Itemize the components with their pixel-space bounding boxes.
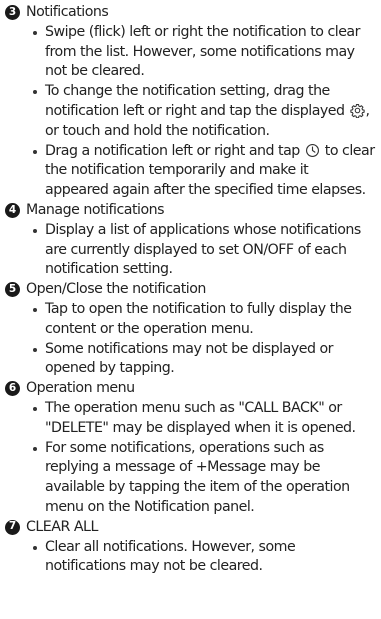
bullet-list: Tap to open the notification to fully di… [5, 300, 381, 379]
list-item-text: The operation menu such as "CALL BACK" o… [45, 399, 356, 436]
list-item-text: Display a list of applications whose not… [45, 221, 361, 278]
section-title: Operation menu [26, 380, 135, 397]
list-item: Swipe (flick) left or right the notifica… [32, 23, 381, 82]
list-item-text-before-icon: Drag a notification left or right and ta… [45, 142, 304, 159]
list-item: Drag a notification left or right and ta… [32, 142, 381, 201]
list-item-text: For some notifications, operations such … [45, 439, 350, 515]
clock-icon [305, 143, 320, 158]
gear-icon [349, 103, 365, 119]
list-item: The operation menu such as "CALL BACK" o… [32, 399, 381, 439]
section-title: Notifications [26, 4, 109, 20]
section-title: CLEAR ALL [26, 518, 98, 535]
list-item: Tap to open the notification to fully di… [32, 300, 381, 340]
section-heading: 3 Notifications [5, 3, 381, 23]
bullet-list: Swipe (flick) left or right the notifica… [5, 23, 381, 201]
list-item-text: Tap to open the notification to fully di… [45, 300, 352, 337]
section-number-badge: 3 [5, 5, 20, 20]
list-item: For some notifications, operations such … [32, 439, 381, 518]
section-operation-menu: 6 Operation menu The operation menu such… [5, 379, 381, 518]
list-item-text-before-icon: To change the notification setting, drag… [45, 83, 349, 119]
section-heading: 5 Open/Close the notification [5, 280, 381, 300]
section-title: Manage notifications [26, 201, 165, 218]
list-item: To change the notification setting, drag… [32, 82, 381, 141]
list-item: Display a list of applications whose not… [32, 221, 381, 280]
bullet-list: Clear all notifications. However, some n… [5, 538, 381, 578]
bullet-list: Display a list of applications whose not… [5, 221, 381, 280]
section-number-badge: 7 [5, 519, 20, 535]
bullet-list: The operation menu such as "CALL BACK" o… [5, 399, 381, 518]
section-open-close-notification: 5 Open/Close the notification Tap to ope… [5, 280, 381, 379]
section-heading: 7 CLEAR ALL [5, 518, 381, 538]
section-heading: 6 Operation menu [5, 379, 381, 399]
list-item: Some notifications may not be displayed … [32, 340, 381, 380]
section-number-badge: 5 [5, 282, 20, 298]
section-number-badge: 4 [5, 202, 20, 218]
section-number-badge: 6 [5, 381, 20, 397]
list-item: Clear all notifications. However, some n… [32, 538, 381, 578]
list-item-text: Clear all notifications. However, some n… [45, 538, 296, 575]
section-notifications: 3 Notifications Swipe (flick) left or ri… [5, 3, 381, 201]
section-manage-notifications: 4 Manage notifications Display a list of… [5, 201, 381, 280]
section-clear-all: 7 CLEAR ALL Clear all notifications. How… [5, 518, 381, 577]
document-body: 3 Notifications Swipe (flick) left or ri… [0, 0, 381, 577]
section-heading: 4 Manage notifications [5, 201, 381, 221]
section-title: Open/Close the notification [26, 281, 206, 298]
list-item-text: Swipe (flick) left or right the notifica… [45, 23, 360, 80]
list-item-text: Some notifications may not be displayed … [45, 340, 333, 377]
